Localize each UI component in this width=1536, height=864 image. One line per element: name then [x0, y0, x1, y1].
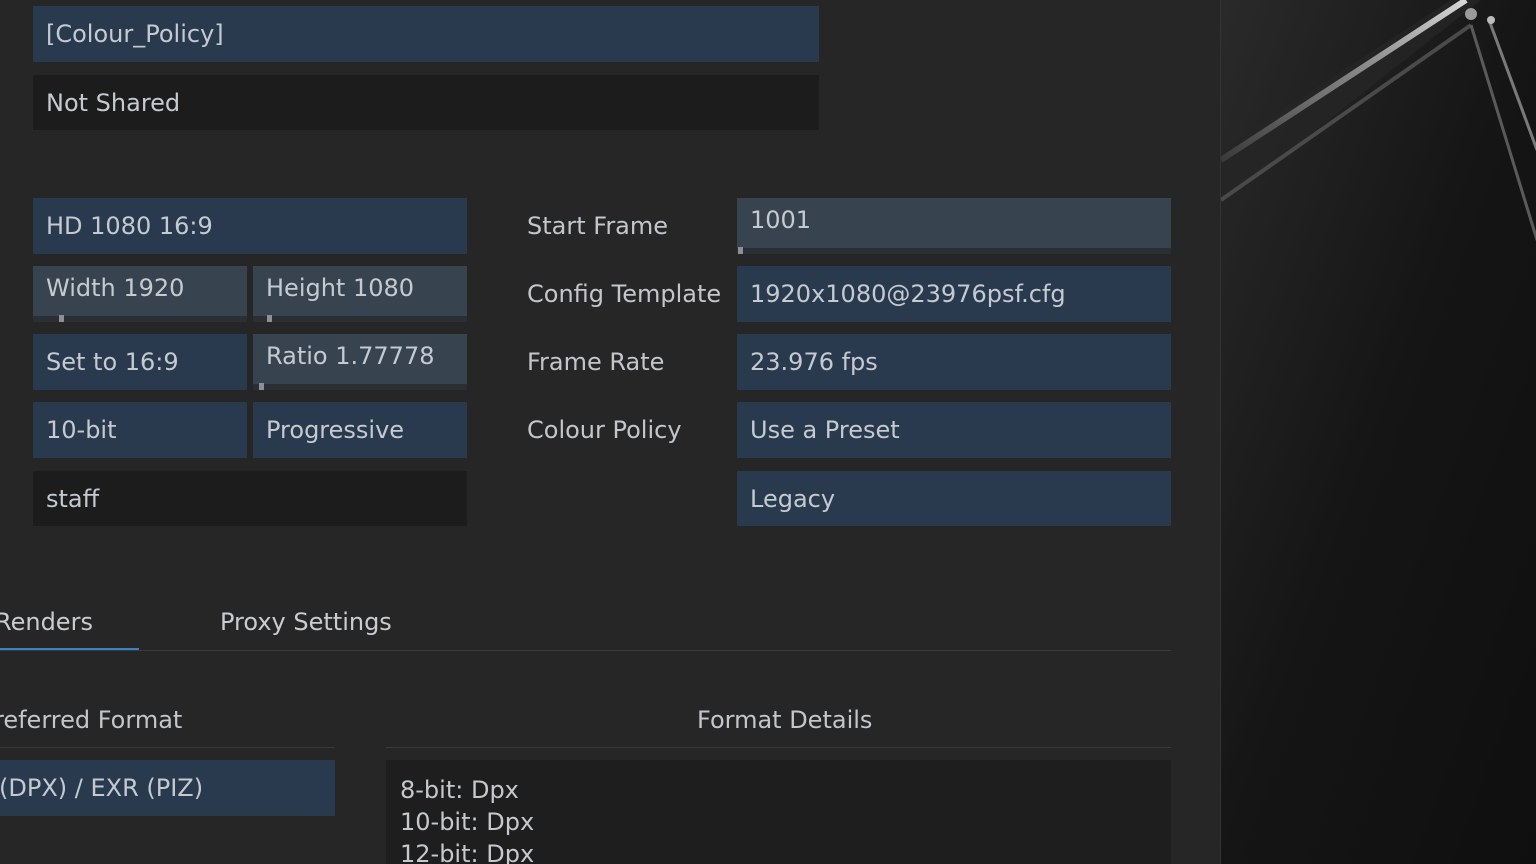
ratio-slider-track[interactable]: [253, 384, 467, 390]
start-frame-label: Start Frame: [527, 212, 669, 240]
preview-pane: [1220, 0, 1536, 864]
tab-renders[interactable]: Renders: [0, 608, 93, 636]
height-slider-track[interactable]: [253, 316, 467, 322]
ratio-slider-field[interactable]: Ratio 1.77778: [253, 334, 467, 390]
format-details-line: 8-bit: Dpx: [400, 776, 519, 804]
ratio-slider-handle[interactable]: [259, 383, 264, 390]
frame-rate-dropdown[interactable]: 23.976 fps: [737, 334, 1171, 390]
tab-proxy-settings[interactable]: Proxy Settings: [220, 608, 392, 636]
start-frame-slider-field[interactable]: 1001: [737, 198, 1171, 254]
colour-policy-name-field[interactable]: [Colour_Policy]: [33, 6, 819, 62]
resolution-preset-text: HD 1080 16:9: [46, 212, 213, 240]
ratio-value-text: Ratio 1.77778: [266, 342, 435, 370]
format-details-divider: [386, 747, 1171, 748]
height-value-text: Height 1080: [266, 274, 415, 302]
colour-policy-text: Use a Preset: [750, 416, 900, 444]
width-value-text: Width 1920: [46, 274, 185, 302]
project-settings-panel: [Colour_Policy] Not Shared HD 1080 16:9 …: [0, 0, 1220, 864]
width-slider-track[interactable]: [33, 316, 247, 322]
frame-rate-text: 23.976 fps: [750, 348, 878, 376]
colour-policy-dropdown[interactable]: Use a Preset: [737, 402, 1171, 458]
config-template-label: Config Template: [527, 280, 722, 308]
preferred-format-divider: [0, 747, 335, 748]
set-aspect-text: Set to 16:9: [46, 348, 179, 376]
preferred-format-dropdown[interactable]: (DPX) / EXR (PIZ): [0, 760, 335, 816]
height-slider-field[interactable]: Height 1080: [253, 266, 467, 322]
format-details-line: 12-bit: Dpx: [400, 840, 535, 864]
tab-bar-divider: [0, 650, 1171, 651]
start-frame-slider-handle[interactable]: [738, 247, 743, 254]
preferred-format-label: referred Format: [0, 706, 183, 734]
config-template-dropdown[interactable]: 1920x1080@23976psf.cfg: [737, 266, 1171, 322]
height-slider-handle[interactable]: [267, 315, 272, 322]
colour-policy-name-text: [Colour_Policy]: [46, 20, 224, 48]
resolution-preset-dropdown[interactable]: HD 1080 16:9: [33, 198, 467, 254]
preferred-format-text: (DPX) / EXR (PIZ): [0, 774, 204, 802]
format-details-label: Format Details: [697, 706, 873, 734]
sharing-status-field[interactable]: Not Shared: [33, 75, 819, 130]
scan-mode-text: Progressive: [266, 416, 405, 444]
start-frame-value-text: 1001: [750, 206, 812, 234]
group-field[interactable]: staff: [33, 471, 467, 526]
width-slider-handle[interactable]: [59, 315, 64, 322]
colour-policy-label: Colour Policy: [527, 416, 682, 444]
width-slider-field[interactable]: Width 1920: [33, 266, 247, 322]
set-aspect-button[interactable]: Set to 16:9: [33, 334, 247, 390]
bit-depth-dropdown[interactable]: 10-bit: [33, 402, 247, 458]
colour-preset-text: Legacy: [750, 484, 836, 513]
format-details-line: 10-bit: Dpx: [400, 808, 535, 836]
config-template-text: 1920x1080@23976psf.cfg: [750, 280, 1066, 308]
colour-preset-dropdown[interactable]: Legacy: [737, 471, 1171, 526]
group-text: staff: [46, 484, 100, 513]
format-details-box: 8-bit: Dpx 10-bit: Dpx 12-bit: Dpx: [386, 760, 1171, 864]
scan-mode-dropdown[interactable]: Progressive: [253, 402, 467, 458]
start-frame-slider-track[interactable]: [737, 248, 1171, 254]
frame-rate-label: Frame Rate: [527, 348, 665, 376]
bit-depth-text: 10-bit: [46, 416, 117, 444]
preview-image: [1221, 0, 1536, 864]
sharing-status-text: Not Shared: [46, 88, 181, 117]
